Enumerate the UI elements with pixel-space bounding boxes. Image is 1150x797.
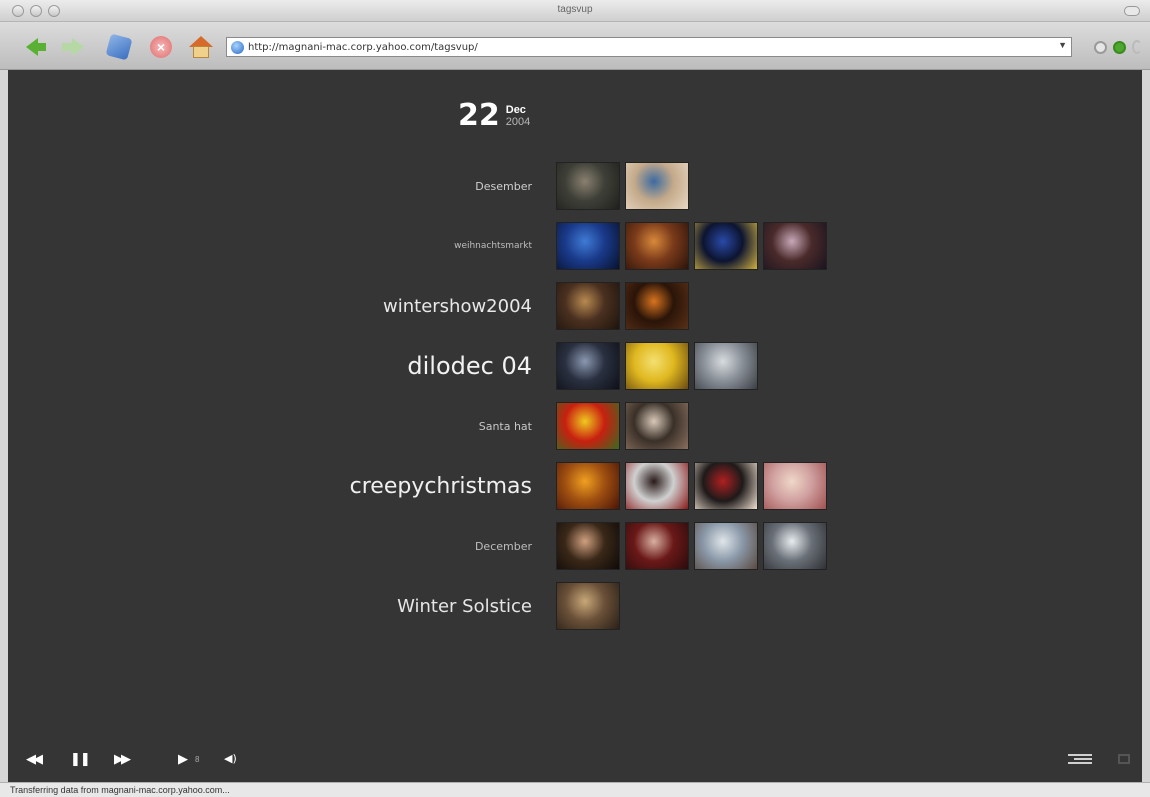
tag-row: December: [8, 518, 1142, 574]
back-button[interactable]: [14, 34, 50, 60]
photo-thumbnail[interactable]: [556, 522, 620, 570]
speed-button[interactable]: ▶: [178, 752, 188, 767]
photo-thumbnail[interactable]: [625, 342, 689, 390]
photo-strip: [556, 582, 620, 630]
tag-label[interactable]: December: [475, 518, 532, 574]
photo-strip: [556, 462, 827, 510]
spinner-icon: [1132, 40, 1142, 54]
photo-thumbnail[interactable]: [694, 462, 758, 510]
tag-row: creepychristmas: [8, 458, 1142, 514]
stop-button[interactable]: ×: [148, 34, 174, 60]
player-controls: ◀◀ ❚❚ ▶▶ ▶ 8 ◀): [8, 738, 1142, 782]
status-bar: Transferring data from magnani-mac.corp.…: [0, 782, 1150, 797]
reload-icon: [105, 33, 133, 61]
address-bar[interactable]: http://magnani-mac.corp.yahoo.com/tagsvu…: [226, 37, 1072, 57]
forward-arrow-icon: [62, 38, 84, 56]
go-icon[interactable]: [1113, 40, 1126, 54]
fast-forward-button[interactable]: ▶▶: [114, 752, 131, 767]
url-dropdown-icon[interactable]: ▼: [1058, 40, 1067, 50]
tag-label[interactable]: dilodec 04: [407, 338, 532, 394]
fullscreen-icon[interactable]: [1118, 754, 1130, 764]
speed-level: 8: [195, 755, 200, 764]
browser-toolbar: × http://magnani-mac.corp.yahoo.com/tags…: [0, 22, 1150, 70]
photo-thumbnail[interactable]: [625, 282, 689, 330]
photo-thumbnail[interactable]: [625, 162, 689, 210]
tag-row: Winter Solstice: [8, 578, 1142, 634]
tag-label[interactable]: Winter Solstice: [397, 578, 532, 634]
pause-button[interactable]: ❚❚: [70, 752, 91, 767]
tag-label[interactable]: Santa hat: [479, 398, 532, 454]
window-title: tagsvup: [557, 4, 593, 15]
photo-thumbnail[interactable]: [625, 522, 689, 570]
tag-row: wintershow2004: [8, 278, 1142, 334]
date-display: 22 Dec 2004: [458, 98, 530, 133]
stop-icon: ×: [150, 36, 172, 58]
photo-strip: [556, 402, 689, 450]
tagsvup-view: 22 Dec 2004 Desember weihnachtsmarkt winte…: [8, 70, 1142, 782]
title-bar: tagsvup: [0, 0, 1150, 22]
photo-thumbnail[interactable]: [763, 462, 827, 510]
photo-thumbnail[interactable]: [625, 402, 689, 450]
photo-thumbnail[interactable]: [556, 582, 620, 630]
photo-strip: [556, 342, 758, 390]
app-logo-icon: [1068, 752, 1096, 766]
photo-strip: [556, 282, 689, 330]
home-button[interactable]: [188, 34, 214, 60]
tag-label[interactable]: weihnachtsmarkt: [454, 218, 532, 274]
photo-thumbnail[interactable]: [694, 342, 758, 390]
date-year: 2004: [505, 115, 531, 128]
volume-button[interactable]: ◀): [224, 752, 237, 765]
search-engine-icon[interactable]: [1094, 40, 1107, 54]
photo-thumbnail[interactable]: [556, 462, 620, 510]
photo-thumbnail[interactable]: [694, 522, 758, 570]
globe-icon: [231, 40, 244, 54]
toolbar-right-icons: [1094, 40, 1142, 54]
photo-thumbnail[interactable]: [556, 222, 620, 270]
tag-label[interactable]: wintershow2004: [383, 278, 532, 334]
rewind-button[interactable]: ◀◀: [26, 752, 43, 767]
photo-thumbnail[interactable]: [556, 342, 620, 390]
photo-thumbnail[interactable]: [625, 462, 689, 510]
photo-strip: [556, 162, 689, 210]
photo-thumbnail[interactable]: [694, 222, 758, 270]
photo-thumbnail[interactable]: [625, 222, 689, 270]
date-month: Dec: [505, 103, 526, 116]
photo-thumbnail[interactable]: [556, 282, 620, 330]
tag-row: Santa hat: [8, 398, 1142, 454]
reload-button[interactable]: [105, 33, 133, 61]
tag-label[interactable]: Desember: [475, 158, 532, 214]
back-arrow-icon: [26, 38, 46, 56]
status-text: Transferring data from magnani-mac.corp.…: [10, 785, 230, 795]
date-day: 22: [458, 98, 500, 133]
tag-row: weihnachtsmarkt: [8, 218, 1142, 274]
photo-thumbnail[interactable]: [763, 522, 827, 570]
photo-thumbnail[interactable]: [763, 222, 827, 270]
tag-row: dilodec 04: [8, 338, 1142, 394]
photo-strip: [556, 522, 827, 570]
photo-strip: [556, 222, 827, 270]
tag-label[interactable]: creepychristmas: [350, 458, 532, 514]
toolbar-toggle-button[interactable]: [1124, 6, 1140, 16]
photo-thumbnail[interactable]: [556, 162, 620, 210]
url-text[interactable]: http://magnani-mac.corp.yahoo.com/tagsvu…: [248, 42, 478, 53]
tag-row: Desember: [8, 158, 1142, 214]
photo-thumbnail[interactable]: [556, 402, 620, 450]
home-icon: [189, 36, 213, 58]
forward-button[interactable]: [60, 34, 96, 60]
